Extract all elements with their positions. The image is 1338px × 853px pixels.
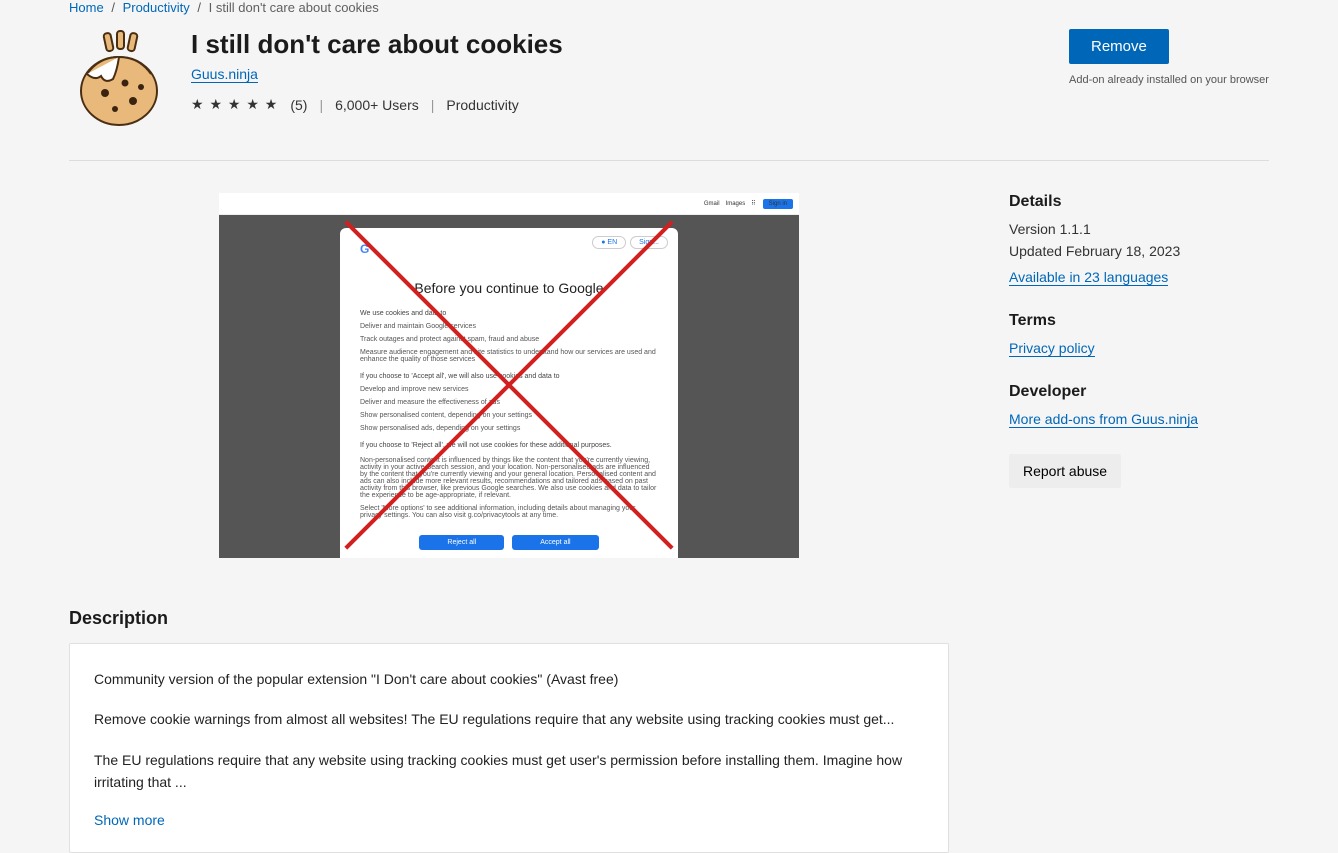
languages-link[interactable]: Available in 23 languages — [1009, 269, 1168, 286]
accept-all-button: Accept all — [512, 535, 598, 550]
modal-text: If you choose to 'Reject all', we will n… — [360, 442, 658, 449]
details-section: Details Version 1.1.1 Updated February 1… — [1009, 193, 1269, 286]
rating-stars: ★ ★ ★ ★ ★ — [191, 96, 278, 113]
developer-heading: Developer — [1009, 383, 1269, 401]
apps-icon: ⠿ — [751, 200, 756, 207]
remove-button[interactable]: Remove — [1069, 29, 1169, 64]
modal-text: Select 'More options' to see additional … — [360, 505, 658, 519]
cookie-modal: G ● EN Sign... Before you continue to Go… — [340, 228, 678, 558]
rating-count: (5) — [290, 97, 307, 113]
breadcrumb-separator: / — [111, 0, 115, 15]
signin-pill: Sign... — [630, 236, 668, 249]
modal-text: Deliver and measure the effectiveness of… — [360, 399, 658, 406]
extension-title: I still don't care about cookies — [191, 29, 1047, 60]
breadcrumb-separator: / — [197, 0, 201, 15]
terms-section: Terms Privacy policy — [1009, 312, 1269, 357]
breadcrumb-current: I still don't care about cookies — [209, 0, 379, 15]
breadcrumb-home[interactable]: Home — [69, 0, 104, 15]
show-more-link[interactable]: Show more — [94, 812, 165, 828]
user-count: 6,000+ Users — [335, 97, 419, 113]
modal-text: If you choose to 'Accept all', we will a… — [360, 373, 658, 380]
reject-all-button: Reject all — [419, 535, 504, 550]
extension-header: I still don't care about cookies Guus.ni… — [69, 29, 1269, 161]
breadcrumb: Home / Productivity / I still don't care… — [69, 0, 1269, 29]
meta-divider: | — [319, 97, 323, 113]
modal-text: Deliver and maintain Google services — [360, 323, 658, 330]
modal-text: Measure audience engagement and site sta… — [360, 349, 658, 363]
report-abuse-button[interactable]: Report abuse — [1009, 454, 1121, 488]
modal-text: Non-personalised content is influenced b… — [360, 457, 658, 499]
breadcrumb-category[interactable]: Productivity — [123, 0, 190, 15]
description-box: Community version of the popular extensi… — [69, 643, 949, 853]
topbar-images: Images — [726, 201, 746, 207]
more-addons-link[interactable]: More add-ons from Guus.ninja — [1009, 411, 1198, 428]
topbar-gmail: Gmail — [704, 201, 720, 207]
description-text: Community version of the popular extensi… — [94, 668, 924, 690]
description-text: Remove cookie warnings from almost all w… — [94, 708, 924, 730]
author-link[interactable]: Guus.ninja — [191, 66, 258, 83]
modal-text: Track outages and protect against spam, … — [360, 336, 658, 343]
extension-icon — [69, 29, 169, 129]
modal-title: Before you continue to Google — [360, 280, 658, 296]
developer-section: Developer More add-ons from Guus.ninja — [1009, 383, 1269, 428]
screenshot-preview: Gmail Images ⠿ Sign in G ● EN Sign... Be… — [219, 193, 799, 558]
terms-heading: Terms — [1009, 312, 1269, 330]
language-pill: ● EN — [592, 236, 626, 249]
installed-note: Add-on already installed on your browser — [1069, 74, 1269, 86]
category-label: Productivity — [446, 97, 518, 113]
modal-text: Show personalised content, depending on … — [360, 412, 658, 419]
modal-text: Show personalised ads, depending on your… — [360, 425, 658, 432]
meta-divider: | — [431, 97, 435, 113]
description-text: The EU regulations require that any webs… — [94, 749, 924, 794]
updated-text: Updated February 18, 2023 — [1009, 243, 1269, 259]
topbar-signin: Sign in — [763, 199, 793, 209]
details-heading: Details — [1009, 193, 1269, 211]
version-text: Version 1.1.1 — [1009, 221, 1269, 237]
privacy-policy-link[interactable]: Privacy policy — [1009, 340, 1095, 357]
description-heading: Description — [69, 608, 949, 629]
modal-text: Develop and improve new services — [360, 386, 658, 393]
modal-text: We use cookies and data to — [360, 310, 658, 317]
